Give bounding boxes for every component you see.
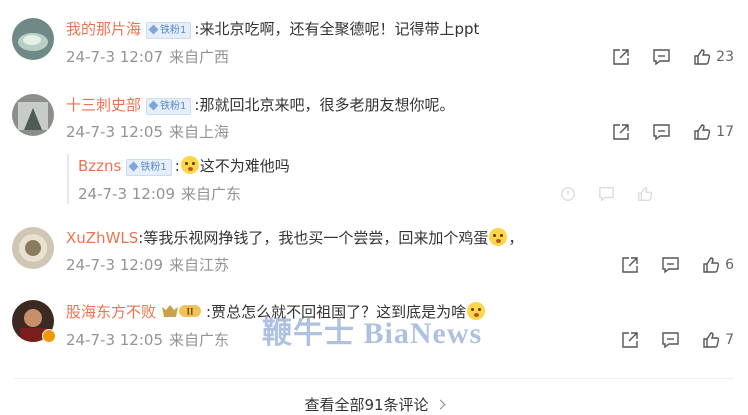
- comment-button[interactable]: [652, 48, 671, 66]
- comment-location: 来自广西: [169, 48, 230, 66]
- comment-date: 24-7-3 12:05: [66, 331, 163, 349]
- thumbs-up-icon: [702, 256, 720, 274]
- svg-text:II: II: [187, 307, 195, 317]
- emoji-icon: [489, 228, 508, 246]
- share-button[interactable]: [612, 48, 630, 66]
- divider: [14, 378, 734, 379]
- comment-text: 这不为难他吗: [199, 157, 290, 175]
- avatar[interactable]: [12, 227, 54, 269]
- like-count: 17: [716, 124, 734, 140]
- like-button[interactable]: 17: [693, 123, 734, 141]
- username[interactable]: 十三刺史部: [66, 96, 141, 114]
- avatar[interactable]: [12, 94, 54, 136]
- comment-icon: [652, 48, 671, 66]
- view-all-comments-link[interactable]: 查看全部91条评论: [0, 394, 748, 415]
- comment-date: 24-7-3 12:07: [66, 48, 163, 66]
- diamond-icon: [128, 161, 139, 172]
- verified-badge-icon: [42, 329, 56, 343]
- comment-icon: [661, 331, 680, 349]
- username[interactable]: Bzzns: [78, 157, 121, 175]
- comment-text: :来北京吃啊，还有全聚德呢！记得带上ppt: [194, 20, 480, 38]
- share-icon: [612, 123, 630, 141]
- like-button[interactable]: 23: [693, 48, 734, 66]
- comment-text: :那就回北京来吧，很多老朋友想你呢。: [194, 96, 455, 114]
- like-count: 23: [716, 49, 734, 65]
- emoji-icon: [180, 156, 199, 174]
- fan-badge[interactable]: 铁粉1: [146, 98, 192, 115]
- like-button[interactable]: [637, 186, 653, 202]
- comment-button[interactable]: [661, 256, 680, 274]
- vip-crown-badge[interactable]: II: [161, 303, 203, 324]
- diamond-icon: [148, 100, 159, 111]
- like-button[interactable]: 7: [702, 331, 734, 349]
- like-count: 7: [725, 332, 734, 348]
- reply-divider: [67, 154, 69, 204]
- username[interactable]: 股海东方不败: [66, 303, 156, 321]
- share-icon: [560, 186, 576, 202]
- comment-location: 来自江苏: [169, 256, 230, 274]
- comment-button[interactable]: [598, 186, 615, 202]
- share-button[interactable]: [621, 331, 639, 349]
- share-button[interactable]: [612, 123, 630, 141]
- thumbs-up-icon: [693, 48, 711, 66]
- thumbs-up-icon: [702, 331, 720, 349]
- comment-text-suffix: ，: [508, 229, 524, 247]
- share-button[interactable]: [621, 256, 639, 274]
- share-button[interactable]: [560, 186, 576, 202]
- share-icon: [621, 256, 639, 274]
- comment-date: 24-7-3 12:09: [66, 256, 163, 274]
- watermark: 鞭牛士 BiaNews: [262, 317, 483, 350]
- comment-text-prefix: :: [174, 157, 180, 175]
- comment-text: :等我乐视网挣钱了，我也买一个尝尝，回来加个鸡蛋: [138, 229, 489, 247]
- fan-badge[interactable]: 铁粉1: [146, 22, 192, 39]
- fan-badge[interactable]: 铁粉1: [126, 159, 172, 176]
- like-button[interactable]: 6: [702, 256, 734, 274]
- comment-location: 来自广东: [169, 331, 230, 349]
- thumbs-up-icon: [637, 186, 653, 202]
- thumbs-up-icon: [693, 123, 711, 141]
- comment-button[interactable]: [661, 331, 680, 349]
- avatar[interactable]: [12, 18, 54, 60]
- share-icon: [612, 48, 630, 66]
- comment-date: 24-7-3 12:09: [78, 185, 175, 203]
- comment-location: 来自上海: [169, 123, 230, 141]
- share-icon: [621, 331, 639, 349]
- comment-date: 24-7-3 12:05: [66, 123, 163, 141]
- comment-icon: [652, 123, 671, 141]
- diamond-icon: [148, 24, 159, 35]
- comment-icon: [661, 256, 680, 274]
- comment-button[interactable]: [652, 123, 671, 141]
- comment-location: 来自广东: [181, 185, 242, 203]
- username[interactable]: 我的那片海: [66, 20, 141, 38]
- like-count: 6: [725, 257, 734, 273]
- comment-icon: [598, 186, 615, 202]
- username[interactable]: XuZhWLS: [66, 229, 138, 247]
- chevron-right-icon: [435, 399, 445, 410]
